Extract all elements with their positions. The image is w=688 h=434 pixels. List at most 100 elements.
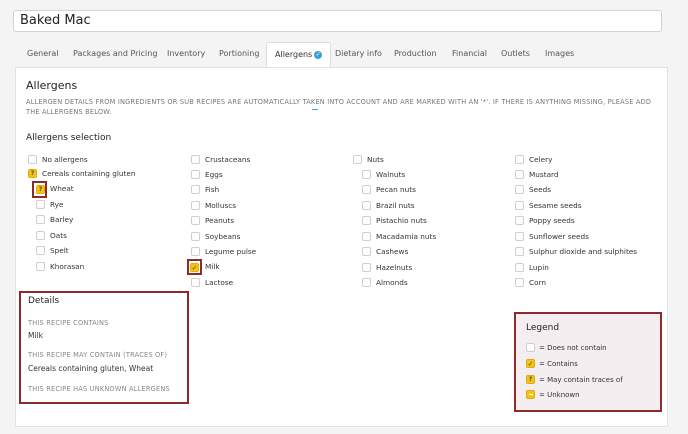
tab-general[interactable]: General <box>27 42 59 66</box>
allergen-label: Khorasan <box>50 262 85 271</box>
allergen-label: Poppy seeds <box>529 216 575 225</box>
traces-question-icon: ? <box>526 375 535 384</box>
allergen-label: Wheat <box>50 184 74 193</box>
allergen-label: Lupin <box>529 263 549 272</box>
allergen-label: Peanuts <box>205 216 235 225</box>
checkbox-icon[interactable] <box>191 155 200 164</box>
tab-portioning[interactable]: Portioning <box>219 42 259 66</box>
allergen-label: Hazelnuts <box>376 263 413 272</box>
checkbox-icon[interactable] <box>515 263 524 272</box>
checkbox-icon[interactable] <box>362 278 371 287</box>
details-title: Details <box>28 296 60 306</box>
checkbox-icon[interactable] <box>36 200 45 209</box>
checkbox-icon[interactable] <box>515 155 524 164</box>
checkbox-icon[interactable] <box>36 231 45 240</box>
checkbox-icon[interactable] <box>36 262 45 271</box>
legend-box: Legend = Does not contain ✓ = Contains ?… <box>514 312 662 412</box>
legend-label: = Unknown <box>539 391 580 399</box>
allergen-label: Brazil nuts <box>376 201 415 210</box>
allergen-label: Cereals containing gluten <box>42 169 136 178</box>
checkbox-icon[interactable] <box>36 246 45 255</box>
tab-packages-and-pricing[interactable]: Packages and Pricing <box>73 42 157 66</box>
allergens-info-text: ALLERGEN DETAILS FROM INGREDIENTS OR SUB… <box>26 98 652 116</box>
allergen-label: Oats <box>50 231 67 240</box>
legend-label: = Contains <box>539 360 578 368</box>
allergen-label: Molluscs <box>205 201 237 210</box>
traces-question-icon[interactable]: ? <box>28 169 37 178</box>
empty-checkbox-icon <box>526 343 535 352</box>
allergen-label: Macadamia nuts <box>376 232 437 241</box>
checkbox-icon[interactable] <box>191 185 200 194</box>
checkbox-icon[interactable] <box>191 232 200 241</box>
allergen-label: Soybeans <box>205 232 241 241</box>
legend-label: = May contain traces of <box>539 376 623 384</box>
allergen-label: Barley <box>50 215 74 224</box>
checkbox-icon[interactable] <box>191 201 200 210</box>
tab-inventory[interactable]: Inventory <box>167 42 205 66</box>
contains-value: Milk <box>28 331 43 340</box>
traces-label: THIS RECIPE MAY CONTAIN (TRACES OF) <box>28 351 168 359</box>
checkbox-icon[interactable] <box>191 216 200 225</box>
tab-allergens-label: Allergens <box>275 50 313 59</box>
checkbox-icon[interactable] <box>362 201 371 210</box>
allergen-label: Almonds <box>376 278 408 287</box>
allergen-label: Cashews <box>376 247 409 256</box>
allergen-label: Nuts <box>367 155 384 164</box>
tab-images[interactable]: Images <box>545 42 574 66</box>
allergen-label: Corn <box>529 278 547 287</box>
tab-outlets[interactable]: Outlets <box>501 42 530 66</box>
allergen-label: Lactose <box>205 278 234 287</box>
checkbox-icon[interactable] <box>515 247 524 256</box>
checkbox-icon[interactable] <box>515 278 524 287</box>
allergen-label: Eggs <box>205 170 223 179</box>
allergen-label: Crustaceans <box>205 155 251 164</box>
checkbox-icon[interactable] <box>362 170 371 179</box>
unknown-label: THIS RECIPE HAS UNKNOWN ALLERGENS <box>28 385 170 393</box>
allergen-label: Walnuts <box>376 170 406 179</box>
contains-label: THIS RECIPE CONTAINS <box>28 319 109 327</box>
allergen-label: Sulphur dioxide and sulphites <box>529 247 638 256</box>
allergen-label: Seeds <box>529 185 552 194</box>
contains-check-icon[interactable]: ✓ <box>190 263 199 272</box>
allergen-label: Sesame seeds <box>529 201 582 210</box>
legend-label: = Does not contain <box>539 344 607 352</box>
checkbox-icon[interactable] <box>362 216 371 225</box>
checkbox-icon[interactable] <box>515 216 524 225</box>
checkbox-icon[interactable] <box>191 170 200 179</box>
checkbox-icon[interactable] <box>515 185 524 194</box>
traces-value: Cereals containing gluten, Wheat <box>28 364 154 373</box>
tab-financial[interactable]: Financial <box>452 42 487 66</box>
checkbox-icon[interactable] <box>362 232 371 241</box>
checkbox-icon[interactable] <box>353 155 362 164</box>
recipe-name-input[interactable]: Baked Mac <box>13 10 662 32</box>
checkbox-icon[interactable] <box>191 278 200 287</box>
check-circle-icon: ✓ <box>314 50 323 59</box>
allergen-label: Pecan nuts <box>376 185 416 194</box>
allergen-label: Pistachio nuts <box>376 216 427 225</box>
checkbox-icon[interactable] <box>362 185 371 194</box>
checkbox-icon[interactable] <box>515 232 524 241</box>
unknown-dash-icon <box>526 390 535 399</box>
text-cursor <box>312 109 318 110</box>
allergens-selection-heading: Allergens selection <box>26 133 112 143</box>
allergen-label: Rye <box>50 200 64 209</box>
tab-dietary-info[interactable]: Dietary info <box>335 42 382 66</box>
tab-production[interactable]: Production <box>394 42 437 66</box>
checkbox-icon[interactable] <box>36 215 45 224</box>
traces-question-icon[interactable]: ? <box>36 185 45 194</box>
allergen-label: No allergens <box>42 155 88 164</box>
contains-check-icon: ✓ <box>526 359 535 368</box>
allergen-label: Mustard <box>529 170 559 179</box>
allergen-label: Sunflower seeds <box>529 232 589 241</box>
checkbox-icon[interactable] <box>515 201 524 210</box>
checkbox-icon[interactable] <box>191 247 200 256</box>
allergen-label: Celery <box>529 155 553 164</box>
allergen-label: Spelt <box>50 246 69 255</box>
tab-allergens[interactable]: Allergens ✓ <box>266 42 332 69</box>
allergen-label: Fish <box>205 185 220 194</box>
checkbox-icon[interactable] <box>362 247 371 256</box>
allergen-label: Milk <box>205 262 220 271</box>
checkbox-icon[interactable] <box>515 170 524 179</box>
checkbox-icon[interactable] <box>362 263 371 272</box>
checkbox-icon[interactable] <box>28 155 37 164</box>
